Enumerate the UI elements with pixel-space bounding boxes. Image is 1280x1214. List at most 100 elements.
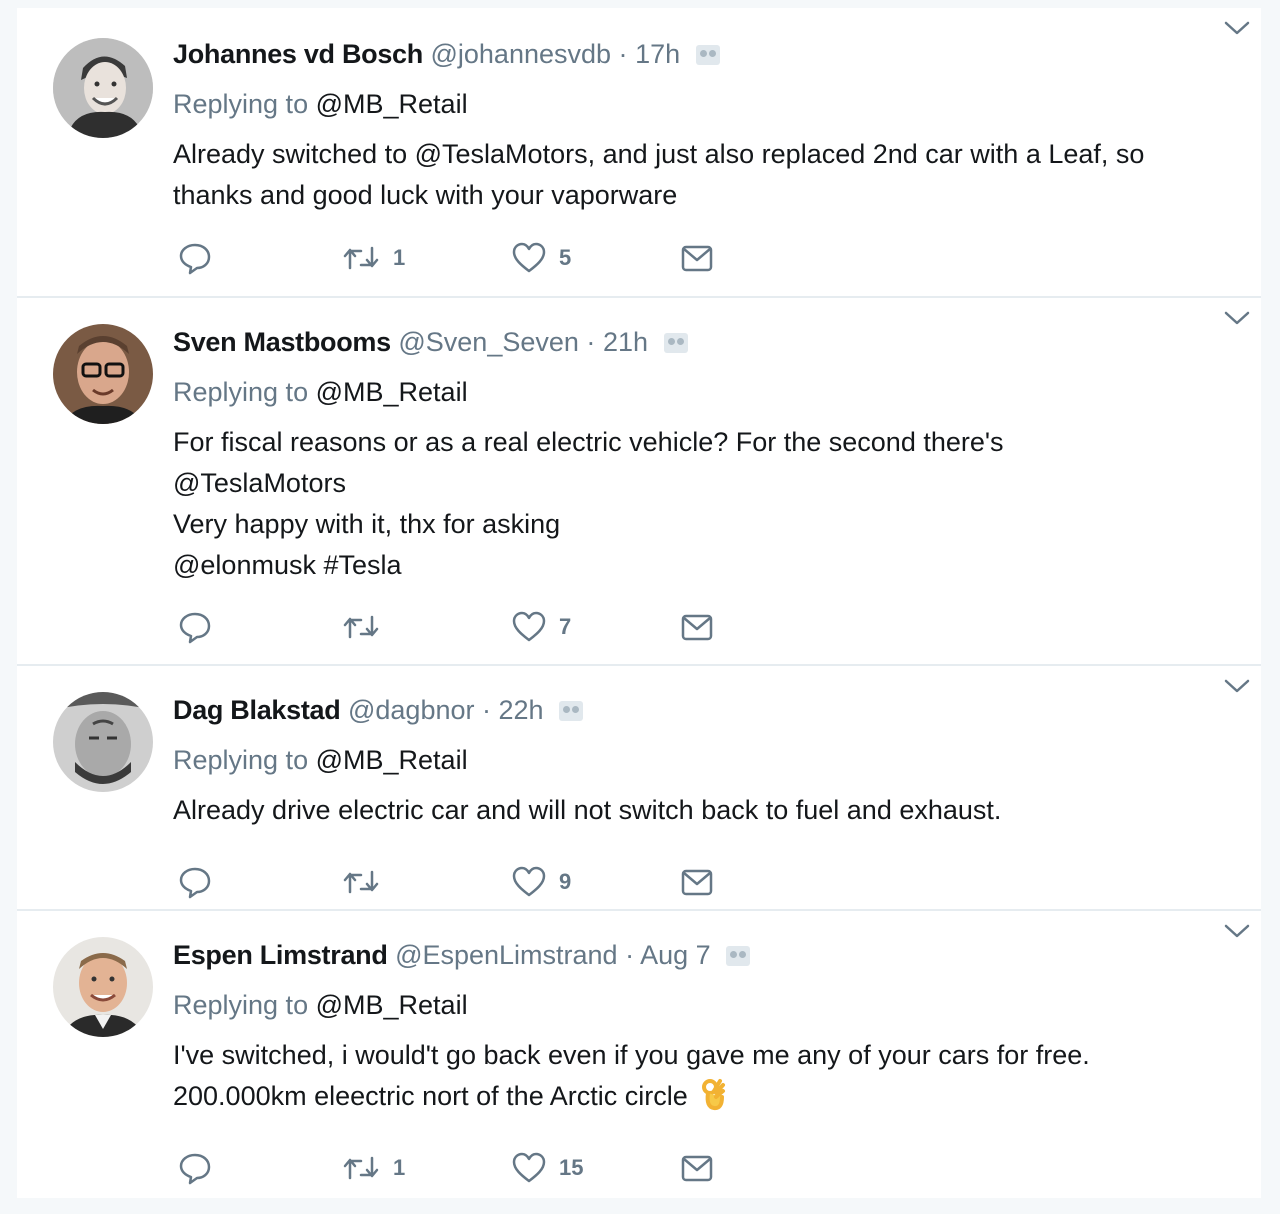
replying-to: Replying to @MB_Retail: [173, 740, 1231, 780]
tweet[interactable]: Dag Blakstad @dagbnor · 22h Replying to …: [17, 666, 1261, 911]
avatar[interactable]: [53, 692, 153, 792]
reply-button[interactable]: [177, 238, 213, 278]
display-name[interactable]: Espen Limstrand: [173, 940, 388, 970]
ok-hand-emoji-icon: [700, 1077, 726, 1123]
display-name[interactable]: Johannes vd Bosch: [173, 39, 423, 69]
tweet-header: Espen Limstrand @EspenLimstrand · Aug 7: [173, 935, 1231, 975]
chevron-down-icon[interactable]: [1223, 308, 1251, 328]
retweet-count: 1: [393, 245, 406, 270]
replying-to-label: Replying to: [173, 377, 309, 407]
like-count: 15: [559, 1155, 584, 1180]
like-button[interactable]: 15: [511, 1148, 583, 1188]
chevron-down-icon[interactable]: [1223, 18, 1251, 38]
tweet-text: Already drive electric car and will not …: [173, 790, 1231, 831]
tweet-text-line: @TeslaMotors: [173, 468, 346, 498]
avatar[interactable]: [53, 324, 153, 424]
reply-mention[interactable]: @MB_Retail: [316, 377, 468, 407]
replying-to: Replying to @MB_Retail: [173, 985, 1231, 1025]
reply-mention[interactable]: @MB_Retail: [316, 89, 468, 119]
retweet-button[interactable]: 1: [341, 1148, 405, 1188]
heart-icon: [512, 242, 546, 273]
tweet-text: I've switched, i would't go back even if…: [173, 1035, 1231, 1123]
separator-dot: ·: [618, 39, 628, 69]
separator-dot: ·: [482, 695, 491, 725]
tweet-actions: 7: [177, 607, 777, 647]
reply-button[interactable]: [177, 1148, 213, 1188]
tweet-text: Already switched to @TeslaMotors, and ju…: [173, 134, 1231, 216]
tweet-actions: 1 15: [177, 1148, 777, 1188]
retweet-button[interactable]: [341, 862, 393, 902]
heart-icon: [512, 1152, 546, 1183]
tweet-text-fragment: 200.000km eleectric nort of the Arctic c…: [173, 1081, 688, 1111]
tweet-text-line: @elonmusk #Tesla: [173, 550, 402, 580]
timestamp[interactable]: 22h: [499, 695, 544, 725]
direct-message-button[interactable]: [679, 862, 715, 902]
user-handle[interactable]: @johannesvdb: [430, 39, 611, 69]
tweet-text-line: 200.000km eleectric nort of the Arctic c…: [173, 1076, 1231, 1123]
like-count: 5: [559, 245, 572, 270]
tweet-text-line: I've switched, i would't go back even if…: [173, 1040, 1090, 1070]
replying-to: Replying to @MB_Retail: [173, 372, 1231, 412]
tweet-text-line: thanks and good luck with your vaporware: [173, 180, 678, 210]
replying-to-label: Replying to: [173, 990, 309, 1020]
translate-icon[interactable]: [695, 45, 720, 65]
reply-icon: [179, 867, 211, 899]
translate-icon[interactable]: [559, 701, 584, 721]
like-count: 9: [559, 869, 572, 894]
replying-to: Replying to @MB_Retail: [173, 84, 1231, 124]
direct-message-button[interactable]: [679, 607, 715, 647]
tweet-text: For fiscal reasons or as a real electric…: [173, 422, 1231, 586]
timestamp[interactable]: 17h: [635, 39, 680, 69]
reply-icon: [179, 612, 211, 644]
translate-icon[interactable]: [663, 333, 688, 353]
reply-mention[interactable]: @MB_Retail: [316, 990, 468, 1020]
user-handle[interactable]: @dagbnor: [348, 695, 475, 725]
user-handle[interactable]: @Sven_Seven: [398, 327, 579, 357]
heart-icon: [512, 611, 546, 642]
replying-to-label: Replying to: [173, 745, 309, 775]
retweet-icon: [343, 246, 379, 270]
chevron-down-icon[interactable]: [1223, 921, 1251, 941]
retweet-button[interactable]: [341, 607, 393, 647]
reply-icon: [179, 243, 211, 275]
tweet[interactable]: Espen Limstrand @EspenLimstrand · Aug 7 …: [17, 911, 1261, 1198]
tweet-text-line: For fiscal reasons or as a real electric…: [173, 427, 1004, 457]
like-count: 7: [559, 614, 572, 639]
retweet-icon: [343, 1156, 379, 1180]
direct-message-button[interactable]: [679, 238, 715, 278]
translate-icon[interactable]: [726, 946, 751, 966]
separator-dot: ·: [586, 327, 596, 357]
reply-button[interactable]: [177, 607, 213, 647]
chevron-down-icon[interactable]: [1223, 676, 1251, 696]
tweet-header: Dag Blakstad @dagbnor · 22h: [173, 690, 1231, 730]
like-button[interactable]: 5: [511, 238, 571, 278]
display-name[interactable]: Dag Blakstad: [173, 695, 341, 725]
user-handle[interactable]: @EspenLimstrand: [395, 940, 618, 970]
tweet-text-line: Already drive electric car and will not …: [173, 795, 1002, 825]
tweet[interactable]: Johannes vd Bosch @johannesvdb · 17h Rep…: [17, 8, 1261, 298]
like-button[interactable]: 7: [511, 607, 571, 647]
retweet-icon: [343, 615, 379, 639]
envelope-icon: [681, 1155, 713, 1182]
like-button[interactable]: 9: [511, 862, 571, 902]
tweet-text-line: Already switched to @TeslaMotors, and ju…: [173, 139, 1145, 169]
direct-message-button[interactable]: [679, 1148, 715, 1188]
reply-mention[interactable]: @MB_Retail: [316, 745, 468, 775]
tweet[interactable]: Sven Mastbooms @Sven_Seven · 21h Replyin…: [17, 298, 1261, 666]
tweet-actions: 9: [177, 862, 777, 902]
avatar[interactable]: [53, 937, 153, 1037]
retweet-button[interactable]: 1: [341, 238, 405, 278]
timestamp[interactable]: 21h: [603, 327, 648, 357]
reply-button[interactable]: [177, 862, 213, 902]
separator-dot: ·: [625, 940, 635, 970]
reply-timeline: Johannes vd Bosch @johannesvdb · 17h Rep…: [17, 8, 1261, 1198]
reply-icon: [179, 1153, 211, 1185]
tweet-text-line: Very happy with it, thx for asking: [173, 509, 561, 539]
display-name[interactable]: Sven Mastbooms: [173, 327, 391, 357]
heart-icon: [512, 866, 546, 897]
tweet-actions: 1 5: [177, 238, 777, 278]
retweet-count: 1: [393, 1155, 406, 1180]
avatar[interactable]: [53, 38, 153, 138]
timestamp[interactable]: Aug 7: [640, 940, 711, 970]
envelope-icon: [681, 245, 713, 272]
